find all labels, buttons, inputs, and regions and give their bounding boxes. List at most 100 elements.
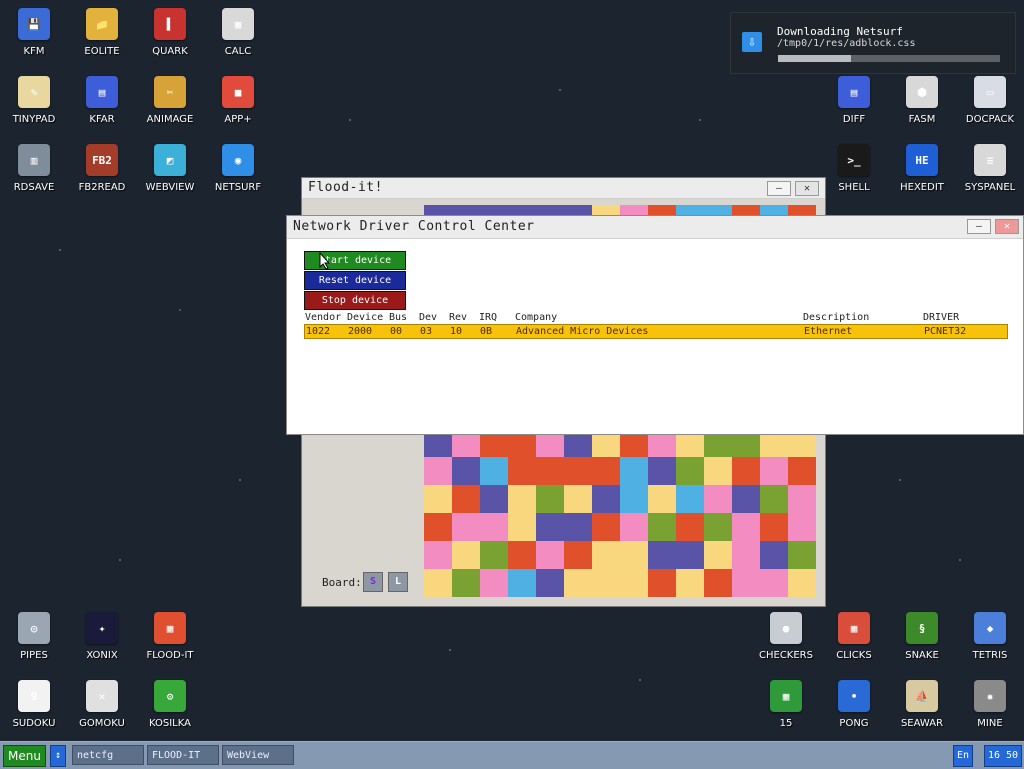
- task-webview[interactable]: WebView: [222, 745, 294, 765]
- board-cell[interactable]: [508, 569, 536, 597]
- desktop-icon-tinypad[interactable]: ✎ TINYPAD: [0, 76, 68, 125]
- board-cell[interactable]: [424, 541, 452, 569]
- board-cell[interactable]: [424, 569, 452, 597]
- board-cell[interactable]: [592, 457, 620, 485]
- board-cell[interactable]: [508, 541, 536, 569]
- desktop-icon-app-[interactable]: ■ APP+: [204, 76, 272, 125]
- stop-device-button[interactable]: Stop device: [304, 291, 406, 310]
- board-cell[interactable]: [480, 569, 508, 597]
- board-cell[interactable]: [480, 541, 508, 569]
- board-cell[interactable]: [508, 513, 536, 541]
- board-cell[interactable]: [704, 485, 732, 513]
- download-notification[interactable]: ⇩ Downloading Netsurf /tmp0/1/res/adbloc…: [730, 12, 1016, 74]
- board-cell[interactable]: [452, 513, 480, 541]
- desktop-icon-shell[interactable]: >_ SHELL: [820, 144, 888, 193]
- desktop-icon-seawar[interactable]: ⛵ SEAWAR: [888, 680, 956, 729]
- desktop-icon-mine[interactable]: ✹ MINE: [956, 680, 1024, 729]
- board-cell[interactable]: [620, 541, 648, 569]
- desktop-icon-gomoku[interactable]: ✕ GOMOKU: [68, 680, 136, 729]
- board-cell[interactable]: [704, 457, 732, 485]
- desktop-icon-calc[interactable]: ▦ CALC: [204, 8, 272, 57]
- minimize-button[interactable]: –: [967, 219, 991, 234]
- board-cell[interactable]: [788, 513, 816, 541]
- desktop-icon-kfm[interactable]: 💾 KFM: [0, 8, 68, 57]
- board-cell[interactable]: [592, 485, 620, 513]
- desktop-icon-checkers[interactable]: ● CHECKERS: [752, 612, 820, 661]
- board-cell[interactable]: [760, 485, 788, 513]
- board-cell[interactable]: [760, 513, 788, 541]
- desktop-icon-diff[interactable]: ▤ DIFF: [820, 76, 888, 125]
- board-cell[interactable]: [704, 513, 732, 541]
- board-small-button[interactable]: S: [363, 572, 383, 592]
- desktop-icon-kosilka[interactable]: ⚙ KOSILKA: [136, 680, 204, 729]
- board-cell[interactable]: [536, 569, 564, 597]
- board-cell[interactable]: [704, 569, 732, 597]
- board-cell[interactable]: [592, 569, 620, 597]
- board-cell[interactable]: [536, 485, 564, 513]
- flood-it-titlebar[interactable]: Flood-it! – ✕: [302, 178, 825, 199]
- ndcc-titlebar[interactable]: Network Driver Control Center – ✕: [287, 216, 1023, 239]
- board-cell[interactable]: [564, 513, 592, 541]
- desktop-icon-docpack[interactable]: ▭ DOCPACK: [956, 76, 1024, 125]
- board-cell[interactable]: [592, 541, 620, 569]
- language-indicator[interactable]: En: [953, 745, 973, 767]
- board-cell[interactable]: [592, 513, 620, 541]
- board-cell[interactable]: [788, 457, 816, 485]
- close-button[interactable]: ✕: [995, 219, 1019, 234]
- board-cell[interactable]: [648, 485, 676, 513]
- clock[interactable]: 16 50: [984, 745, 1022, 767]
- desktop-icon-eolite[interactable]: 📁 EOLITE: [68, 8, 136, 57]
- board-cell[interactable]: [536, 541, 564, 569]
- desktop-icon-clicks[interactable]: ▦ CLICKS: [820, 612, 888, 661]
- desktop-icon-kfar[interactable]: ▤ KFAR: [68, 76, 136, 125]
- board-cell[interactable]: [424, 485, 452, 513]
- desktop-icon-webview[interactable]: ◩ WEBVIEW: [136, 144, 204, 193]
- reset-device-button[interactable]: Reset device: [304, 271, 406, 290]
- desktop-icon-hexedit[interactable]: HE HEXEDIT: [888, 144, 956, 193]
- board-cell[interactable]: [676, 569, 704, 597]
- desktop-icon-fasm[interactable]: ⬢ FASM: [888, 76, 956, 125]
- desktop-icon-15[interactable]: ▦ 15: [752, 680, 820, 729]
- board-cell[interactable]: [732, 457, 760, 485]
- minimize-button[interactable]: –: [767, 181, 791, 196]
- menu-button[interactable]: Menu: [3, 745, 46, 767]
- board-cell[interactable]: [452, 541, 480, 569]
- board-cell[interactable]: [676, 457, 704, 485]
- board-cell[interactable]: [676, 485, 704, 513]
- board-cell[interactable]: [480, 457, 508, 485]
- board-cell[interactable]: [564, 485, 592, 513]
- desktop-icon-netsurf[interactable]: ◉ NETSURF: [204, 144, 272, 193]
- board-cell[interactable]: [732, 541, 760, 569]
- board-cell[interactable]: [760, 457, 788, 485]
- board-cell[interactable]: [620, 513, 648, 541]
- board-cell[interactable]: [620, 485, 648, 513]
- task-netcfg[interactable]: netcfg: [72, 745, 144, 765]
- board-cell[interactable]: [648, 541, 676, 569]
- board-cell[interactable]: [536, 457, 564, 485]
- desktop-icon-pong[interactable]: • PONG: [820, 680, 888, 729]
- board-cell[interactable]: [676, 513, 704, 541]
- board-cell[interactable]: [648, 569, 676, 597]
- board-cell[interactable]: [648, 513, 676, 541]
- board-cell[interactable]: [564, 541, 592, 569]
- desktop-icon-flood-it[interactable]: ▦ FLOOD-IT: [136, 612, 204, 661]
- board-cell[interactable]: [732, 513, 760, 541]
- desktop-icon-syspanel[interactable]: ≡ SYSPANEL: [956, 144, 1024, 193]
- board-cell[interactable]: [704, 541, 732, 569]
- board-cell[interactable]: [564, 457, 592, 485]
- desktop-icon-quark[interactable]: ▌ QUARK: [136, 8, 204, 57]
- network-driver-control-center-window[interactable]: Network Driver Control Center – ✕ Start …: [286, 215, 1024, 435]
- desktop-icon-tetris[interactable]: ◆ TETRIS: [956, 612, 1024, 661]
- desktop-icon-xonix[interactable]: ✦ XONIX: [68, 612, 136, 661]
- board-cell[interactable]: [788, 569, 816, 597]
- board-cell[interactable]: [620, 457, 648, 485]
- desktop-icon-snake[interactable]: § SNAKE: [888, 612, 956, 661]
- board-cell[interactable]: [480, 485, 508, 513]
- board-cell[interactable]: [732, 485, 760, 513]
- table-row[interactable]: 1022 2000 00 03 10 0B Advanced Micro Dev…: [304, 324, 1008, 339]
- task-flood-it[interactable]: FLOOD-IT: [147, 745, 219, 765]
- board-large-button[interactable]: L: [388, 572, 408, 592]
- board-cell[interactable]: [424, 457, 452, 485]
- board-cell[interactable]: [564, 569, 592, 597]
- taskbar-arrow-icon[interactable]: ↕: [50, 745, 66, 767]
